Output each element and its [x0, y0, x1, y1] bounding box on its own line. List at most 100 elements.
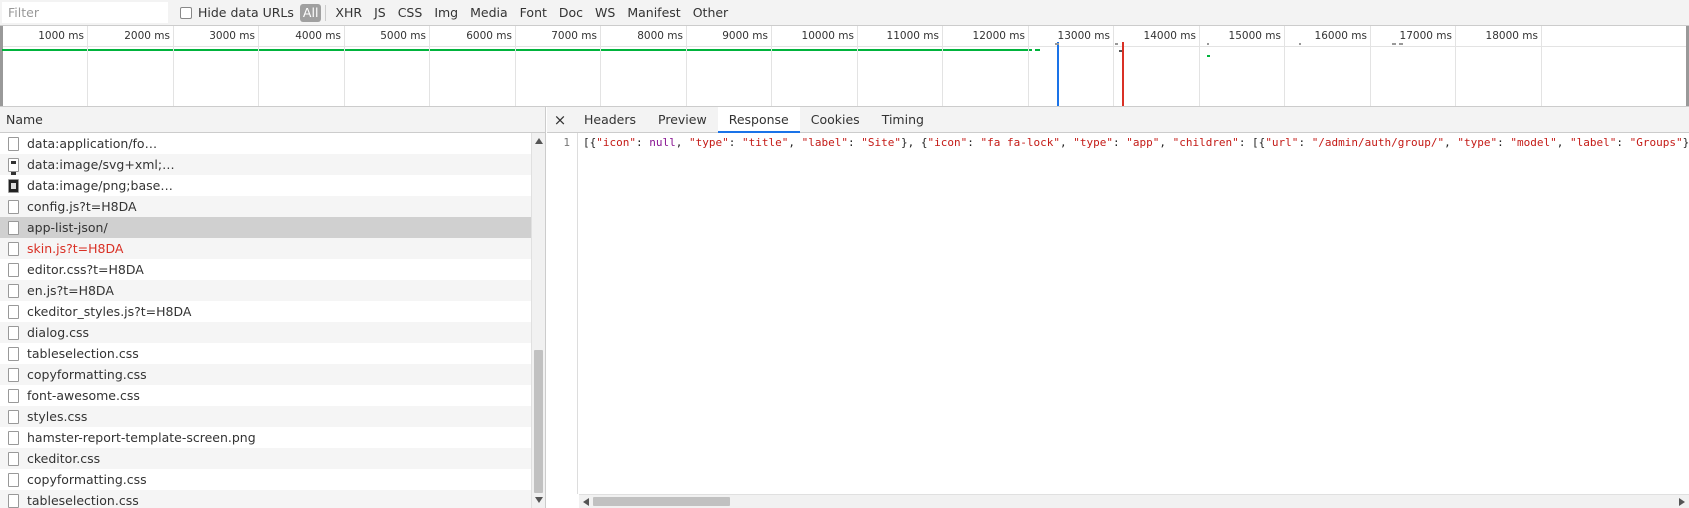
json-punctuation: , — [1556, 136, 1570, 149]
tab-headers[interactable]: Headers — [573, 107, 647, 132]
filter-input[interactable] — [2, 2, 168, 23]
type-filter-all[interactable]: All — [299, 3, 322, 22]
request-row[interactable]: dialog.css — [0, 322, 531, 343]
file-icon — [8, 409, 19, 424]
type-filter-img[interactable]: Img — [429, 4, 463, 22]
tab-response[interactable]: Response — [717, 107, 800, 133]
request-name: ckeditor_styles.js?t=H8DA — [27, 304, 192, 319]
timeline-tick-label: 9000 ms — [722, 30, 768, 42]
timeline-gridline — [1199, 26, 1200, 106]
timeline-tick-label: 17000 ms — [1399, 30, 1452, 42]
timeline-gridline — [600, 26, 601, 106]
request-row[interactable]: hamster-report-template-screen.png — [0, 427, 531, 448]
response-body-line[interactable]: [{"icon": null, "type": "title", "label"… — [583, 136, 1689, 149]
request-row[interactable]: skin.js?t=H8DA — [0, 238, 531, 259]
tab-cookies[interactable]: Cookies — [800, 107, 871, 132]
json-string: "icon" — [927, 136, 968, 149]
request-row[interactable]: app-list-json/ — [0, 217, 531, 238]
request-name: hamster-report-template-screen.png — [27, 430, 256, 445]
request-row[interactable]: editor.css?t=H8DA — [0, 259, 531, 280]
type-filter-font[interactable]: Font — [515, 4, 552, 22]
file-icon — [8, 388, 19, 403]
request-name: en.js?t=H8DA — [27, 283, 114, 298]
response-viewer[interactable]: 1 [{"icon": null, "type": "title", "labe… — [547, 133, 1689, 494]
hide-data-urls-toggle[interactable]: Hide data URLs — [180, 5, 294, 20]
hide-data-urls-label: Hide data URLs — [198, 5, 294, 20]
detail-tabs: × Headers Preview Response Cookies Timing — [547, 107, 1689, 133]
request-bar — [1119, 50, 1122, 52]
request-row[interactable]: config.js?t=H8DA — [0, 196, 531, 217]
requests-panel: Name data:application/fo… data:image/svg+… — [0, 107, 546, 508]
name-column-header[interactable]: Name — [0, 107, 545, 133]
json-string: "label" — [1570, 136, 1617, 149]
request-row[interactable]: styles.css — [0, 406, 531, 427]
file-icon — [8, 283, 19, 298]
hide-data-urls-checkbox[interactable] — [180, 6, 192, 19]
response-horizontal-scrollbar[interactable] — [579, 494, 1689, 508]
timeline-tick-label: 3000 ms — [209, 30, 255, 42]
json-string: "type" — [1073, 136, 1113, 149]
type-filter-media[interactable]: Media — [465, 4, 513, 22]
tab-preview[interactable]: Preview — [647, 107, 718, 132]
request-row[interactable]: data:application/fo… — [0, 133, 531, 154]
requests-vertical-scrollbar[interactable] — [531, 133, 545, 508]
request-name: editor.css?t=H8DA — [27, 262, 144, 277]
timeline-tick-label: 11000 ms — [886, 30, 939, 42]
request-row[interactable]: tableselection.css — [0, 490, 531, 508]
png-file-icon — [8, 178, 19, 193]
request-row[interactable]: copyformatting.css — [0, 364, 531, 385]
timeline-tick-label: 12000 ms — [972, 30, 1025, 42]
overview-left-handle[interactable] — [0, 26, 3, 106]
file-icon — [8, 199, 19, 214]
type-filter-css[interactable]: CSS — [393, 4, 428, 22]
request-row[interactable]: data:image/png;base… — [0, 175, 531, 196]
request-row[interactable]: font-awesome.css — [0, 385, 531, 406]
type-filter-js[interactable]: JS — [369, 4, 391, 22]
json-null: null — [649, 136, 676, 149]
timeline-gridline — [515, 26, 516, 106]
close-icon[interactable]: × — [547, 107, 573, 132]
scroll-right-arrow-icon[interactable] — [1679, 498, 1685, 506]
file-icon — [8, 220, 19, 235]
request-name: font-awesome.css — [27, 388, 140, 403]
type-filter-doc[interactable]: Doc — [554, 4, 588, 22]
type-filter-ws[interactable]: WS — [590, 4, 620, 22]
request-name: copyformatting.css — [27, 472, 147, 487]
scroll-up-arrow-icon[interactable] — [535, 138, 543, 144]
request-name: skin.js?t=H8DA — [27, 241, 124, 256]
json-punctuation: : — [967, 136, 981, 149]
request-bar — [1299, 43, 1301, 45]
json-string: "type" — [689, 136, 729, 149]
type-filter-other[interactable]: Other — [688, 4, 734, 22]
request-bar — [1399, 43, 1403, 45]
network-overview-timeline[interactable]: 1000 ms 2000 ms 3000 ms 4000 ms 5000 ms 6000 … — [0, 26, 1689, 107]
file-icon — [8, 367, 19, 382]
request-bar — [1392, 43, 1396, 45]
timeline-gridline — [771, 26, 772, 106]
request-row[interactable]: en.js?t=H8DA — [0, 280, 531, 301]
scroll-left-arrow-icon[interactable] — [583, 498, 589, 506]
requests-list: data:application/fo… data:image/svg+xml;…… — [0, 133, 531, 508]
json-punctuation: : — [1298, 136, 1312, 149]
type-filter-manifest[interactable]: Manifest — [622, 4, 685, 22]
scroll-down-arrow-icon[interactable] — [535, 497, 543, 503]
svg-file-icon — [8, 157, 19, 175]
request-row[interactable]: copyformatting.css — [0, 469, 531, 490]
scrollbar-thumb[interactable] — [593, 497, 730, 506]
request-row[interactable]: tableselection.css — [0, 343, 531, 364]
file-icon — [8, 451, 19, 466]
type-filter-xhr[interactable]: XHR — [330, 4, 367, 22]
request-name: tableselection.css — [27, 346, 139, 361]
timeline-tick-label: 5000 ms — [380, 30, 426, 42]
request-name: tableselection.css — [27, 493, 139, 508]
timeline-gridline — [429, 26, 430, 106]
request-row[interactable]: ckeditor.css — [0, 448, 531, 469]
tab-timing[interactable]: Timing — [871, 107, 935, 132]
scrollbar-thumb[interactable] — [534, 350, 543, 493]
request-bar — [1055, 43, 1059, 45]
json-string: "icon" — [596, 136, 636, 149]
network-filter-bar: Hide data URLs All XHRJSCSSImgMediaFontDo… — [0, 0, 1689, 26]
request-row[interactable]: data:image/svg+xml;… — [0, 154, 531, 175]
request-row[interactable]: ckeditor_styles.js?t=H8DA — [0, 301, 531, 322]
json-punctuation: : — [1616, 136, 1630, 149]
